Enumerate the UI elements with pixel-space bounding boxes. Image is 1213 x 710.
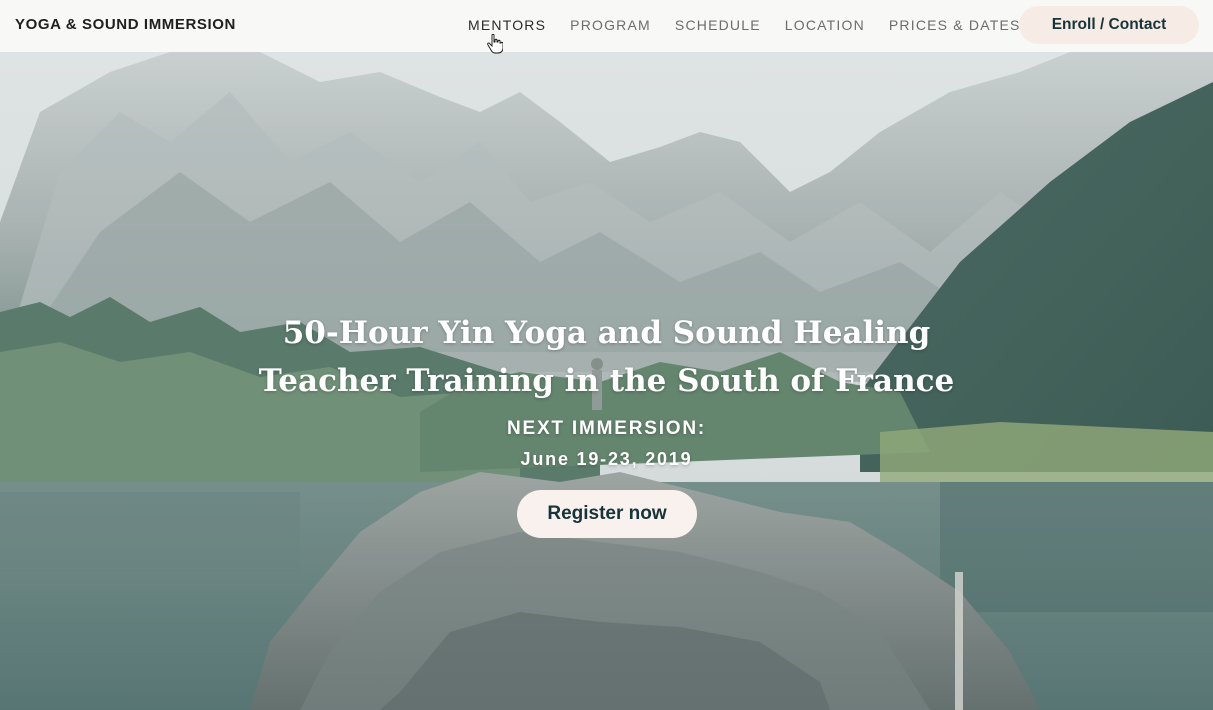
next-immersion-date: June 19-23, 2019 xyxy=(520,449,693,469)
nav-mentors[interactable]: MENTORS xyxy=(468,17,546,33)
hero-title-line-1: 50-Hour Yin Yoga and Sound Healing xyxy=(282,314,931,351)
nav-schedule[interactable]: SCHEDULE xyxy=(675,17,761,33)
site-brand[interactable]: YOGA & SOUND IMMERSION xyxy=(15,16,236,33)
hero-section: 50-Hour Yin Yoga and Sound Healing Teach… xyxy=(0,52,1213,710)
nav-prices-dates[interactable]: PRICES & DATES xyxy=(889,17,1021,33)
hand-pointer-icon xyxy=(487,34,503,54)
next-immersion-label: NEXT IMMERSION: xyxy=(506,418,707,439)
hero-title: 50-Hour Yin Yoga and Sound Healing Teach… xyxy=(0,309,1213,405)
register-now-button[interactable]: Register now xyxy=(517,490,697,538)
nav-location[interactable]: LOCATION xyxy=(785,17,865,33)
nav-program[interactable]: PROGRAM xyxy=(570,17,651,33)
top-navigation-bar: YOGA & SOUND IMMERSION MENTORS PROGRAM S… xyxy=(0,0,1213,52)
main-nav: MENTORS PROGRAM SCHEDULE LOCATION PRICES… xyxy=(468,17,1045,33)
enroll-contact-button[interactable]: Enroll / Contact xyxy=(1019,6,1199,44)
hero-title-line-2: Teacher Training in the South of France xyxy=(258,362,955,399)
